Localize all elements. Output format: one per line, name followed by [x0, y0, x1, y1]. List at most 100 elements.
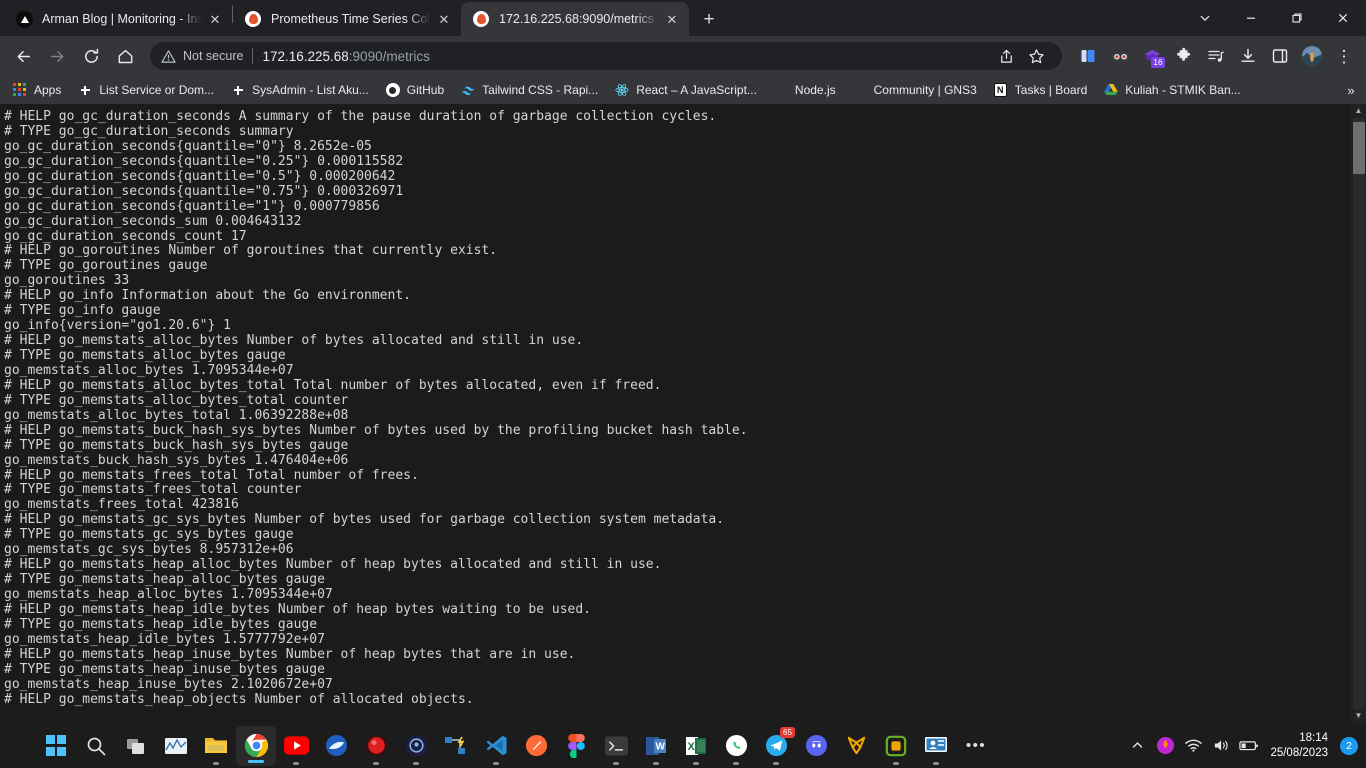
chrome-button[interactable]: [236, 726, 276, 766]
metrics-line: go_gc_duration_seconds_count 17: [4, 230, 1351, 245]
goggles-extension-icon[interactable]: [1106, 42, 1134, 70]
tab-close-icon[interactable]: ✕: [663, 10, 681, 28]
media-playlist-icon[interactable]: [1202, 42, 1230, 70]
metrics-line: # TYPE go_memstats_alloc_bytes_total cou…: [4, 394, 1351, 409]
eve-ng-button[interactable]: [876, 723, 916, 768]
back-button[interactable]: [8, 41, 38, 71]
scroll-up-arrow-icon[interactable]: ▲: [1355, 104, 1363, 118]
metrics-line: # HELP go_memstats_frees_total Total num…: [4, 469, 1351, 484]
volume-icon[interactable]: [1208, 723, 1234, 768]
scrollbar-thumb[interactable]: [1353, 122, 1365, 174]
tab-arman-blog[interactable]: Arman Blog | Monitoring - Instala ✕: [4, 2, 232, 36]
file-explorer-button[interactable]: [196, 723, 236, 768]
new-tab-button[interactable]: +: [695, 5, 723, 33]
bookmark-github[interactable]: GitHub: [379, 79, 451, 101]
figma-button[interactable]: [556, 723, 596, 768]
bookmark-list-service[interactable]: List Service or Dom...: [71, 79, 221, 101]
bookmark-tasks-board[interactable]: N Tasks | Board: [987, 79, 1094, 101]
vscode-button[interactable]: [476, 723, 516, 768]
browser-window: Arman Blog | Monitoring - Instala ✕ Prom…: [0, 0, 1366, 768]
bookmark-label: React – A JavaScript...: [636, 83, 757, 97]
minimize-button[interactable]: [1228, 0, 1274, 36]
excel-button[interactable]: X: [676, 723, 716, 768]
proxmox-button[interactable]: [396, 723, 436, 768]
task-view-button[interactable]: [116, 723, 156, 768]
scroll-down-arrow-icon[interactable]: ▼: [1355, 709, 1363, 723]
telegram-badge: 65: [780, 727, 795, 738]
wifi-icon[interactable]: [1180, 723, 1206, 768]
metrics-line: # TYPE go_memstats_alloc_bytes gauge: [4, 349, 1351, 364]
metrics-line: go_memstats_gc_sys_bytes 8.957312e+06: [4, 543, 1351, 558]
bookmarks-overflow-button[interactable]: »: [1340, 79, 1362, 101]
network-button[interactable]: [436, 723, 476, 768]
metrics-line: # HELP go_gc_duration_seconds A summary …: [4, 110, 1351, 125]
discord-button[interactable]: [796, 723, 836, 768]
vscode-icon: [485, 734, 508, 757]
bookmark-apps[interactable]: Apps: [6, 79, 68, 101]
whatsapp-button[interactable]: [716, 723, 756, 768]
metrics-line: go_gc_duration_seconds{quantile="0.75"} …: [4, 185, 1351, 200]
navy-orb-icon: [405, 734, 428, 757]
remote-desktop-button[interactable]: [916, 723, 956, 768]
veeam-button[interactable]: [316, 723, 356, 768]
forward-button[interactable]: [42, 41, 72, 71]
bookmark-label: GitHub: [407, 83, 444, 97]
excel-icon: X: [685, 735, 707, 757]
tab-title: Prometheus Time Series Collectio: [271, 12, 431, 26]
bookmark-nodejs[interactable]: Node.js: [767, 79, 843, 101]
windows-taskbar: W X 65 ••: [0, 723, 1366, 768]
side-panel-icon[interactable]: [1266, 42, 1294, 70]
redball-button[interactable]: [356, 723, 396, 768]
metrics-line: go_gc_duration_seconds{quantile="1"} 0.0…: [4, 200, 1351, 215]
bookmark-gns3[interactable]: Community | GNS3: [846, 79, 984, 101]
bookmark-star-icon[interactable]: [1022, 42, 1050, 70]
tab-search-button[interactable]: [1182, 0, 1228, 36]
clock[interactable]: 18:14 25/08/2023: [1264, 731, 1336, 761]
bookmark-kuliah[interactable]: Kuliah - STMIK Ban...: [1097, 79, 1247, 101]
reload-button[interactable]: [76, 41, 106, 71]
tab-prometheus[interactable]: Prometheus Time Series Collectio ✕: [233, 2, 461, 36]
start-button[interactable]: [36, 723, 76, 768]
postman-button[interactable]: [516, 723, 556, 768]
tray-chevron-icon[interactable]: [1124, 723, 1150, 768]
tab-close-icon[interactable]: ✕: [206, 10, 224, 28]
search-icon: [85, 735, 107, 757]
taskbar-overflow-button[interactable]: •••: [956, 723, 996, 768]
close-button[interactable]: [1320, 0, 1366, 36]
tab-groups-icon[interactable]: [1074, 42, 1102, 70]
tab-metrics[interactable]: 172.16.225.68:9090/metrics ✕: [461, 2, 689, 36]
red-orb-icon: [365, 734, 388, 757]
tab-close-icon[interactable]: ✕: [435, 10, 453, 28]
youtube-button[interactable]: [276, 723, 316, 768]
github-icon: [386, 83, 400, 97]
gns3-button[interactable]: [836, 723, 876, 768]
svg-text:W: W: [656, 741, 666, 752]
clock-time: 18:14: [1299, 731, 1328, 746]
maximize-button[interactable]: [1274, 0, 1320, 36]
battery-icon[interactable]: [1236, 723, 1262, 768]
page-scrollbar[interactable]: ▲ ▼: [1351, 104, 1366, 723]
metrics-line: # HELP go_memstats_heap_objects Number o…: [4, 693, 1351, 708]
scrollbar-track[interactable]: [1353, 118, 1365, 709]
bookmark-tailwind[interactable]: Tailwind CSS - Rapi...: [454, 79, 605, 101]
flame-icon[interactable]: [1152, 723, 1178, 768]
home-button[interactable]: [110, 41, 140, 71]
share-icon[interactable]: [992, 42, 1020, 70]
word-button[interactable]: W: [636, 723, 676, 768]
folder-icon: [204, 735, 228, 756]
search-button[interactable]: [76, 723, 116, 768]
address-bar[interactable]: Not secure 172.16.225.68:9090/metrics: [150, 42, 1062, 70]
extensions-puzzle-icon[interactable]: [1170, 42, 1198, 70]
avatar[interactable]: [1298, 42, 1326, 70]
downloads-icon[interactable]: [1234, 42, 1262, 70]
bookmark-sysadmin[interactable]: SysAdmin - List Aku...: [224, 79, 376, 101]
notification-badge[interactable]: 2: [1340, 737, 1358, 755]
gns3-icon: [845, 734, 868, 757]
metrics-line: go_gc_duration_seconds{quantile="0.25"} …: [4, 155, 1351, 170]
telegram-button[interactable]: 65: [756, 723, 796, 768]
widgets-button[interactable]: [156, 723, 196, 768]
bookmark-react[interactable]: React – A JavaScript...: [608, 79, 764, 101]
browser-menu-button[interactable]: ⋮: [1330, 42, 1358, 70]
terminal-button[interactable]: [596, 723, 636, 768]
purple-extension-icon[interactable]: 16: [1138, 42, 1166, 70]
